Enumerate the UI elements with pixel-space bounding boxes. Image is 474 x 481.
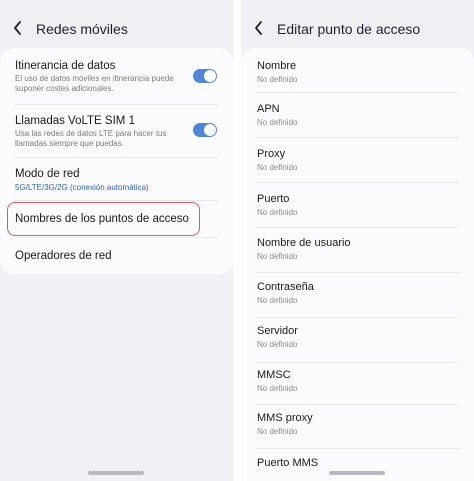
setting-data-roaming[interactable]: Itinerancia de datos El uso de datos móv… (0, 48, 233, 104)
data-roaming-toggle[interactable] (193, 69, 217, 83)
setting-title: Modo de red (15, 168, 80, 180)
app-bar: Editar punto de acceso (241, 0, 474, 48)
field-value: No definido (257, 296, 298, 305)
field-label: Contraseña (257, 281, 314, 293)
apn-field-port[interactable]: Puerto No definido (241, 183, 474, 227)
apn-field-mms-port[interactable]: Puerto MMS (241, 449, 474, 481)
setting-subtitle: Usa las redes de datos LTE para hacer tu… (15, 129, 167, 148)
field-label: Proxy (257, 148, 286, 160)
toggle-knob (204, 124, 216, 136)
volte-toggle[interactable] (193, 123, 217, 137)
app-bar: Redes móviles (0, 0, 233, 48)
field-label: MMSC (257, 369, 291, 381)
field-value: No definido (257, 208, 298, 217)
apn-field-apn[interactable]: APN No definido (241, 93, 474, 137)
field-value: No definido (257, 75, 298, 84)
page-title: Editar punto de acceso (277, 21, 421, 37)
apn-fields-card: Nombre No definido APN No definido Proxy… (241, 48, 474, 481)
field-label: Servidor (257, 325, 298, 337)
field-value: No definido (257, 163, 298, 172)
apn-field-proxy[interactable]: Proxy No definido (241, 138, 474, 182)
toggle-knob (204, 70, 216, 82)
setting-network-mode[interactable]: Modo de red 5G/LTE/3G/2G (conexión autom… (0, 158, 233, 200)
apn-field-mmsc[interactable]: MMSC No definido (241, 363, 474, 407)
field-value: No definido (257, 384, 298, 393)
apn-field-username[interactable]: Nombre de usuario No definido (241, 228, 474, 272)
field-label: Nombre (257, 60, 297, 72)
setting-subtitle: 5G/LTE/3G/2G (conexión automática) (15, 183, 149, 192)
nav-handle[interactable] (88, 471, 144, 475)
apn-field-password[interactable]: Contraseña No definido (241, 273, 474, 317)
setting-title: Llamadas VoLTE SIM 1 (15, 115, 135, 127)
settings-card: Itinerancia de datos El uso de datos móv… (0, 48, 233, 274)
setting-subtitle: El uso de datos móviles en itinerancia p… (15, 74, 174, 93)
setting-title: Operadores de red (15, 250, 112, 262)
highlight-box (7, 202, 200, 236)
chevron-left-icon[interactable] (12, 20, 24, 36)
field-label: MMS proxy (257, 412, 313, 424)
nav-handle[interactable] (329, 471, 385, 475)
page-title: Redes móviles (36, 21, 128, 37)
chevron-left-icon[interactable] (253, 20, 265, 36)
setting-network-operators[interactable]: Operadores de red (0, 238, 233, 274)
mobile-networks-screen: Redes móviles Itinerancia de datos El us… (0, 0, 233, 481)
field-label: Puerto (257, 193, 290, 205)
field-value: No definido (257, 427, 298, 436)
field-label: Puerto MMS (257, 457, 319, 469)
apn-field-name[interactable]: Nombre No definido (241, 48, 474, 92)
edit-access-point-screen: Editar punto de acceso Nombre No definid… (241, 0, 474, 481)
field-value: No definido (257, 340, 298, 349)
apn-field-mms-proxy[interactable]: MMS proxy No definido (241, 405, 474, 449)
field-label: Nombre de usuario (257, 237, 351, 249)
field-value: No definido (257, 252, 298, 261)
field-value: No definido (257, 118, 298, 127)
apn-field-server[interactable]: Servidor No definido (241, 318, 474, 362)
setting-volte[interactable]: Llamadas VoLTE SIM 1 Usa las redes de da… (0, 105, 233, 157)
setting-title: Itinerancia de datos (15, 60, 116, 72)
field-label: APN (257, 103, 280, 115)
